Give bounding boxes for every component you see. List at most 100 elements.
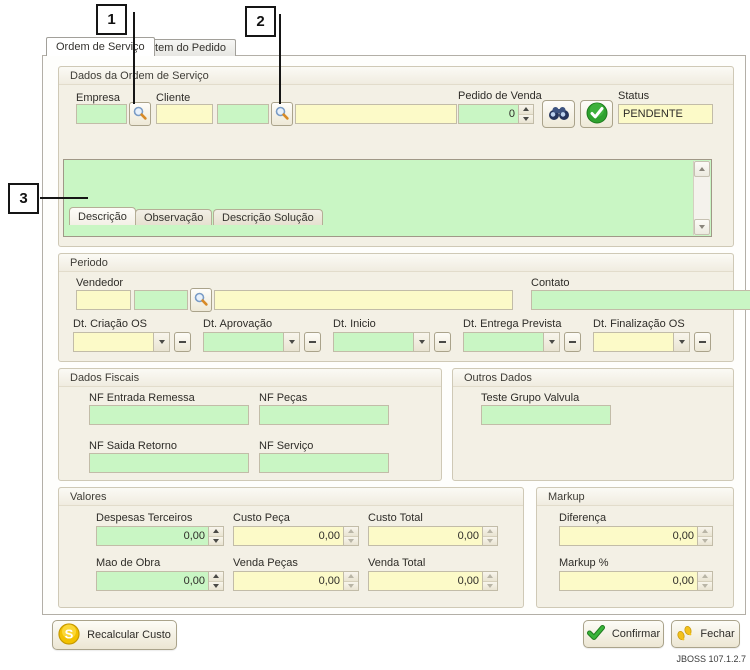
tab-descricao-solucao[interactable]: Descrição Solução: [213, 209, 323, 225]
scroll-down-button[interactable]: [694, 219, 710, 235]
coin-dollar-icon: S: [58, 623, 80, 648]
chevron-down-icon[interactable]: [673, 333, 689, 351]
search-button[interactable]: [542, 100, 575, 128]
chevron-down-icon[interactable]: [283, 333, 299, 351]
vendedor-code-field[interactable]: [76, 290, 131, 310]
mao-de-obra-label: Mao de Obra: [96, 557, 160, 569]
ordem-servico-window: Ordem de Serviço Item do Pedido Dados da…: [0, 0, 750, 670]
cliente-name-field[interactable]: [295, 104, 457, 124]
empresa-field[interactable]: [76, 104, 127, 124]
dt-aprovacao-clear-button[interactable]: [304, 332, 321, 352]
spin-down-button: [483, 537, 497, 546]
empresa-lookup-button[interactable]: [129, 102, 151, 126]
dt-aprovacao-field[interactable]: [203, 332, 300, 352]
descricao-scrollbar[interactable]: [693, 161, 710, 235]
tab-label: Item do Pedido: [152, 42, 226, 54]
nf-servico-field[interactable]: [259, 453, 389, 473]
dt-inicio-label: Dt. Inicio: [333, 318, 376, 330]
chevron-down-icon[interactable]: [153, 333, 169, 351]
custo-peca-spinner: 0,00: [233, 526, 359, 546]
descricao-textarea[interactable]: [63, 159, 712, 237]
value: 0,00: [369, 572, 482, 590]
button-label: Fechar: [700, 628, 734, 640]
teste-grupo-valvula-label: Teste Grupo Valvula: [481, 392, 579, 404]
magnifier-icon: [274, 105, 290, 124]
group-markup: Markup Diferença 0,00 Markup % 0,00: [536, 487, 734, 608]
cliente-id-field[interactable]: [217, 104, 269, 124]
confirmar-button[interactable]: Confirmar: [583, 620, 664, 648]
spin-up-button[interactable]: [209, 527, 223, 537]
spin-up-button: [344, 527, 358, 537]
despesas-terceiros-label: Despesas Terceiros: [96, 512, 192, 524]
group-outros-dados: Outros Dados Teste Grupo Valvula: [452, 368, 734, 481]
fechar-button[interactable]: Fechar: [671, 620, 740, 648]
tab-observacao[interactable]: Observação: [135, 209, 212, 225]
nf-pecas-label: NF Peças: [259, 392, 307, 404]
spin-up-button: [483, 572, 497, 582]
spin-down-button: [698, 582, 712, 591]
callout-box-2: 2: [245, 6, 276, 37]
callout-line-1: [133, 12, 135, 104]
pedido-venda-spinner[interactable]: 0: [458, 104, 534, 124]
check-circle-icon: [586, 102, 608, 127]
dt-criacao-field[interactable]: [73, 332, 170, 352]
mao-de-obra-spinner[interactable]: 0,00: [96, 571, 224, 591]
status-ok-button[interactable]: [580, 100, 613, 128]
callout-number: 1: [107, 11, 115, 28]
group-title: Periodo: [59, 254, 733, 272]
scroll-up-button[interactable]: [694, 161, 710, 177]
group-title: Dados Fiscais: [59, 369, 441, 387]
spin-down-button: [344, 582, 358, 591]
minus-icon: [439, 341, 446, 343]
dt-finalizacao-clear-button[interactable]: [694, 332, 711, 352]
dt-criacao-clear-button[interactable]: [174, 332, 191, 352]
value: 0,00: [234, 572, 343, 590]
vendedor-lookup-button[interactable]: [190, 288, 212, 312]
spin-down-button[interactable]: [209, 582, 223, 591]
spin-down-button[interactable]: [209, 537, 223, 546]
value: 0,00: [97, 572, 208, 590]
dt-entrega-field[interactable]: [463, 332, 560, 352]
cliente-code-field[interactable]: [156, 104, 213, 124]
spin-down-button[interactable]: [519, 115, 533, 124]
nf-servico-label: NF Serviço: [259, 440, 313, 452]
cliente-lookup-button[interactable]: [271, 102, 293, 126]
callout-line-2: [279, 14, 281, 104]
status-field: PENDENTE: [618, 104, 713, 124]
group-title: Valores: [59, 488, 523, 506]
nf-entrada-field[interactable]: [89, 405, 249, 425]
dt-inicio-field[interactable]: [333, 332, 430, 352]
tab-item-do-pedido[interactable]: Item do Pedido: [142, 39, 236, 56]
teste-grupo-valvula-field[interactable]: [481, 405, 611, 425]
chevron-down-icon[interactable]: [543, 333, 559, 351]
callout-number: 3: [19, 190, 27, 207]
nf-pecas-field[interactable]: [259, 405, 389, 425]
binoculars-icon: [547, 105, 571, 124]
recalcular-custo-button[interactable]: S Recalcular Custo: [52, 620, 177, 650]
group-dados-fiscais: Dados Fiscais NF Entrada Remessa NF Peça…: [58, 368, 442, 481]
vendedor-name-field[interactable]: [214, 290, 513, 310]
vendedor-id-field[interactable]: [134, 290, 188, 310]
spin-up-button[interactable]: [209, 572, 223, 582]
dt-finalizacao-field[interactable]: [593, 332, 690, 352]
value: 0,00: [97, 527, 208, 545]
version-text: JBOSS 107.1.2.7: [676, 654, 746, 664]
venda-pecas-label: Venda Peças: [233, 557, 298, 569]
contato-field[interactable]: [531, 290, 750, 310]
callout-box-3: 3: [8, 183, 39, 214]
tab-label: Ordem de Serviço: [56, 41, 145, 53]
chevron-down-icon[interactable]: [413, 333, 429, 351]
dt-aprovacao-label: Dt. Aprovação: [203, 318, 272, 330]
dt-finalizacao-label: Dt. Finalização OS: [593, 318, 685, 330]
venda-pecas-spinner: 0,00: [233, 571, 359, 591]
footprints-icon: [676, 625, 693, 644]
dt-inicio-clear-button[interactable]: [434, 332, 451, 352]
tab-ordem-de-servico[interactable]: Ordem de Serviço: [46, 37, 155, 56]
spin-up-button[interactable]: [519, 105, 533, 115]
pedido-venda-value: 0: [459, 105, 518, 123]
dt-entrega-clear-button[interactable]: [564, 332, 581, 352]
tab-descricao[interactable]: Descrição: [69, 207, 136, 225]
nf-saida-field[interactable]: [89, 453, 249, 473]
despesas-terceiros-spinner[interactable]: 0,00: [96, 526, 224, 546]
diferenca-spinner: 0,00: [559, 526, 713, 546]
